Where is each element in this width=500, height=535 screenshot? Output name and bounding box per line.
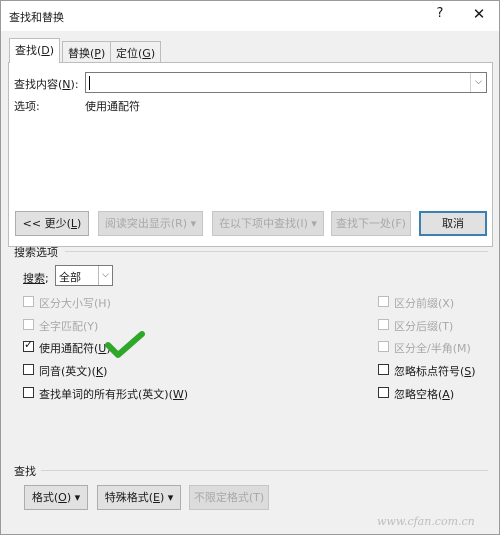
use-wildcards-label-pre: 使用通配符( bbox=[39, 342, 99, 355]
tab-find-key: D bbox=[41, 44, 50, 57]
format-button-pre: 格式( bbox=[31, 491, 59, 504]
match-width-checkbox[interactable] bbox=[378, 341, 389, 352]
match-width-label: 区分全/半角(M) bbox=[394, 342, 471, 355]
find-replace-dialog: 查找和替换 ? ✕ 查找(D) 替换(P) 定位(G) 查找内容(N): ⌵ 选… bbox=[0, 0, 500, 535]
use-wildcards-label: 使用通配符(U) bbox=[39, 340, 111, 356]
match-prefix-label: 区分前缀(X) bbox=[394, 297, 455, 310]
find-what-input[interactable]: ⌵ bbox=[85, 72, 487, 93]
sounds-like-label: 同音(英文)(K) bbox=[39, 363, 107, 379]
ignore-whitespace-label-key: A bbox=[442, 388, 450, 401]
tab-find[interactable]: 查找(D) bbox=[9, 38, 61, 63]
match-prefix-checkbox[interactable] bbox=[378, 296, 389, 307]
close-button[interactable]: ✕ bbox=[469, 5, 489, 23]
sounds-like-label-key: K bbox=[95, 365, 104, 378]
find-what-label-pre: 查找内容( bbox=[14, 78, 63, 91]
all-word-forms-checkbox[interactable] bbox=[23, 387, 34, 398]
text-caret bbox=[89, 76, 90, 90]
use-wildcards-checkbox[interactable]: ✓ bbox=[23, 338, 34, 352]
special-format-button-pre: 特殊格式( bbox=[104, 491, 154, 504]
chevron-down-icon: ⌵ bbox=[475, 77, 482, 87]
all-word-forms-label-pre: 查找单词的所有形式(英文)( bbox=[39, 388, 173, 401]
tab-find-suffix: ) bbox=[49, 44, 55, 57]
ignore-whitespace-checkbox[interactable] bbox=[378, 387, 389, 398]
special-format-button-key: E bbox=[153, 491, 160, 504]
find-what-label-post: ): bbox=[70, 78, 79, 91]
help-button[interactable]: ? bbox=[430, 6, 450, 21]
chevron-down-icon: ⌵ bbox=[98, 266, 112, 285]
ignore-punctuation-label: 忽略标点符号(S) bbox=[394, 363, 476, 379]
window-title: 查找和替换 bbox=[9, 11, 64, 24]
special-format-button-post: ) ▾ bbox=[159, 491, 174, 504]
options-value: 使用通配符 bbox=[85, 100, 140, 113]
tab-replace-suffix: ) bbox=[100, 47, 106, 60]
tab-replace[interactable]: 替换(P) bbox=[62, 41, 112, 62]
no-formatting-button[interactable]: 不限定格式(T) bbox=[189, 485, 269, 510]
tab-replace-key: P bbox=[94, 47, 101, 60]
tab-goto-key: G bbox=[142, 47, 151, 60]
format-button[interactable]: 格式(O) ▾ bbox=[24, 485, 88, 510]
match-suffix-checkbox[interactable] bbox=[378, 319, 389, 330]
whole-word-label: 全字匹配(Y) bbox=[39, 320, 99, 333]
find-section-title: 查找 bbox=[14, 465, 36, 478]
search-options-title: 搜索选项 bbox=[14, 246, 58, 259]
whole-word-checkbox[interactable] bbox=[23, 319, 34, 330]
sounds-like-label-pre: 同音(英文)( bbox=[39, 365, 96, 378]
match-case-checkbox[interactable] bbox=[23, 296, 34, 307]
ignore-punctuation-label-pre: 忽略标点符号( bbox=[394, 365, 465, 378]
less-button-pre: << 更少( bbox=[22, 217, 71, 230]
match-case-label: 区分大小写(H) bbox=[39, 297, 111, 310]
ignore-whitespace-label-post: ) bbox=[449, 388, 455, 401]
green-checkmark-icon bbox=[105, 331, 145, 358]
search-direction-label: 搜索; bbox=[23, 270, 49, 286]
search-direction-value: 全部 bbox=[59, 271, 81, 284]
watermark: www.cfan.com.cn bbox=[377, 515, 475, 528]
search-direction-label-text: 搜索 bbox=[23, 272, 45, 285]
less-button[interactable]: << 更少(L) bbox=[15, 211, 89, 236]
find-what-label-key: N bbox=[62, 78, 71, 91]
ignore-punctuation-label-post: ) bbox=[471, 365, 476, 378]
all-word-forms-label: 查找单词的所有形式(英文)(W) bbox=[39, 386, 188, 402]
search-direction-select[interactable]: 全部 ⌵ bbox=[55, 265, 113, 286]
find-section-divider bbox=[41, 470, 488, 471]
find-in-button[interactable]: 在以下项中查找(I) ▾ bbox=[212, 211, 324, 236]
ignore-punctuation-checkbox[interactable] bbox=[378, 364, 389, 375]
options-label: 选项: bbox=[14, 100, 40, 113]
format-button-post: ) ▾ bbox=[66, 491, 81, 504]
cancel-button[interactable]: 取消 bbox=[419, 211, 487, 236]
tab-find-label: 查找( bbox=[15, 44, 42, 57]
reading-highlight-button[interactable]: 阅读突出显示(R) ▾ bbox=[98, 211, 203, 236]
tab-goto-label: 定位( bbox=[116, 47, 143, 60]
title-bar: 查找和替换 ? ✕ bbox=[1, 1, 499, 31]
find-next-button[interactable]: 查找下一处(F) bbox=[331, 211, 411, 236]
search-options-divider bbox=[65, 251, 488, 252]
less-button-post: ) bbox=[77, 217, 82, 230]
format-button-key: O bbox=[58, 491, 67, 504]
search-direction-label-suffix: ; bbox=[45, 272, 49, 285]
all-word-forms-label-post: ) bbox=[183, 388, 189, 401]
tab-goto-suffix: ) bbox=[150, 47, 156, 60]
find-what-label: 查找内容(N): bbox=[14, 76, 79, 92]
all-word-forms-label-key: W bbox=[172, 388, 184, 401]
ignore-whitespace-label-pre: 忽略空格( bbox=[394, 388, 443, 401]
sounds-like-checkbox[interactable] bbox=[23, 364, 34, 375]
sounds-like-label-post: ) bbox=[103, 365, 108, 378]
ignore-whitespace-label: 忽略空格(A) bbox=[394, 386, 454, 402]
checkbox-tick-icon: ✓ bbox=[24, 338, 34, 351]
match-suffix-label: 区分后缀(T) bbox=[394, 320, 454, 333]
tab-replace-label: 替换( bbox=[68, 47, 95, 60]
special-format-button[interactable]: 特殊格式(E) ▾ bbox=[97, 485, 181, 510]
tab-goto[interactable]: 定位(G) bbox=[110, 41, 162, 62]
find-history-dropdown[interactable]: ⌵ bbox=[470, 73, 486, 92]
